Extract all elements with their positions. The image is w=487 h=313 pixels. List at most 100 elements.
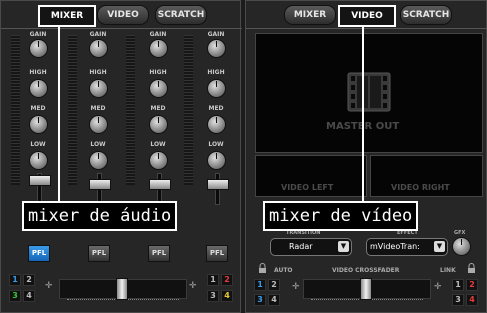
gain-label: GAIN (29, 31, 47, 38)
deck-1-left[interactable]: 1 (9, 274, 21, 286)
gain-knob[interactable] (207, 39, 226, 58)
deck-4-right[interactable]: 4 (466, 294, 478, 306)
video-mixer-panel: MIXER VIDEO SCRATCH MASTER OUT VIDEO LEF… (245, 0, 487, 313)
gain-knob[interactable] (29, 39, 48, 58)
high-eq-knob[interactable] (149, 79, 168, 98)
high-eq-knob[interactable] (89, 79, 108, 98)
audio-crossfader[interactable] (116, 278, 128, 300)
plus-icon: ✛ (434, 282, 442, 292)
plus-icon: ✛ (45, 281, 53, 291)
high-label: HIGH (149, 69, 167, 76)
med-label: MED (150, 105, 166, 112)
gain-knob[interactable] (89, 39, 108, 58)
chevron-down-icon: ▼ (338, 241, 349, 252)
plus-icon: ✛ (292, 282, 300, 292)
med-eq-knob[interactable] (149, 115, 168, 134)
tab-video[interactable]: VIDEO (338, 5, 396, 27)
transition-dropdown[interactable]: Radar ▼ (270, 238, 352, 256)
pfl-button[interactable]: PFL (28, 245, 50, 262)
gfx-knob[interactable] (452, 237, 471, 256)
channel-fader[interactable] (207, 179, 229, 190)
gain-label: GAIN (149, 31, 167, 38)
deck-3-right[interactable]: 3 (452, 294, 464, 306)
auto-label: AUTO (274, 267, 293, 274)
deck-1-left[interactable]: 1 (254, 279, 266, 291)
low-eq-knob[interactable] (89, 151, 108, 170)
vu-meter (11, 35, 20, 185)
low-eq-knob[interactable] (149, 151, 168, 170)
deck-3-left[interactable]: 3 (254, 294, 266, 306)
callout-line (362, 27, 364, 201)
video-crossfader[interactable] (360, 278, 372, 300)
deck-1-right[interactable]: 1 (207, 274, 219, 286)
video-left-label: VIDEO LEFT (281, 183, 334, 192)
low-label: LOW (30, 141, 46, 148)
deck-1-right[interactable]: 1 (452, 279, 464, 291)
crossfader-label: VIDEO CROSSFADER (332, 267, 400, 274)
med-eq-knob[interactable] (207, 115, 226, 134)
deck-3-left[interactable]: 3 (9, 290, 21, 302)
tab-mixer[interactable]: MIXER (38, 5, 96, 27)
tab-scratch[interactable]: SCRATCH (400, 5, 452, 25)
gain-label: GAIN (89, 31, 107, 38)
link-label: LINK (440, 267, 456, 274)
med-eq-knob[interactable] (89, 115, 108, 134)
tab-mixer[interactable]: MIXER (284, 5, 336, 25)
vu-meter (184, 35, 193, 185)
audio-mixer-panel: MIXER VIDEO SCRATCH GAIN HIGH MED LOW PF… (0, 0, 242, 313)
low-eq-knob[interactable] (207, 151, 226, 170)
gfx-header: GFX (454, 230, 466, 236)
high-label: HIGH (207, 69, 225, 76)
deck-2-left[interactable]: 2 (268, 279, 280, 291)
vu-meter (68, 35, 77, 185)
deck-3-right[interactable]: 3 (207, 290, 219, 302)
channel-fader[interactable] (29, 175, 51, 186)
audio-tab-bar: MIXER VIDEO SCRATCH (1, 5, 242, 27)
transition-value: Radar (289, 242, 313, 251)
gain-knob[interactable] (149, 39, 168, 58)
tab-divider (246, 28, 487, 29)
chevron-down-icon: ▼ (434, 241, 445, 252)
video-mixer-caption: mixer de vídeo (263, 201, 419, 231)
gain-label: GAIN (207, 31, 225, 38)
deck-2-right[interactable]: 2 (221, 274, 233, 286)
low-eq-knob[interactable] (29, 151, 48, 170)
channel-fader[interactable] (89, 179, 111, 190)
pfl-button[interactable]: PFL (206, 245, 228, 262)
med-label: MED (30, 105, 46, 112)
video-right-label: VIDEO RIGHT (391, 183, 450, 192)
deck-4-right[interactable]: 4 (221, 290, 233, 302)
deck-2-left[interactable]: 2 (23, 274, 35, 286)
high-label: HIGH (29, 69, 47, 76)
high-eq-knob[interactable] (207, 79, 226, 98)
video-right-preview: VIDEO RIGHT (370, 155, 483, 197)
effect-value: mVideoTran: (370, 242, 420, 251)
pfl-button[interactable]: PFL (88, 245, 110, 262)
plus-icon: ✛ (189, 281, 197, 291)
deck-4-left[interactable]: 4 (23, 290, 35, 302)
lock-icon (259, 263, 266, 273)
audio-mixer-caption: mixer de áudio (22, 201, 178, 231)
film-strip-icon (347, 72, 391, 112)
channel-fader[interactable] (149, 179, 171, 190)
deck-2-right[interactable]: 2 (466, 279, 478, 291)
med-label: MED (90, 105, 106, 112)
callout-line (58, 27, 60, 201)
video-left-preview: VIDEO LEFT (255, 155, 367, 197)
pfl-button[interactable]: PFL (148, 245, 170, 262)
effect-dropdown[interactable]: mVideoTran: ▼ (366, 238, 448, 256)
high-eq-knob[interactable] (29, 79, 48, 98)
med-eq-knob[interactable] (29, 115, 48, 134)
low-label: LOW (90, 141, 106, 148)
low-label: LOW (208, 141, 224, 148)
tab-video[interactable]: VIDEO (97, 5, 149, 25)
lock-icon (468, 263, 475, 273)
master-out-preview: MASTER OUT (255, 33, 483, 153)
med-label: MED (208, 105, 224, 112)
low-label: LOW (150, 141, 166, 148)
video-tab-bar: MIXER VIDEO SCRATCH (246, 5, 487, 27)
high-label: HIGH (89, 69, 107, 76)
vu-meter (126, 35, 135, 185)
tab-scratch[interactable]: SCRATCH (155, 5, 207, 25)
deck-4-left[interactable]: 4 (268, 294, 280, 306)
